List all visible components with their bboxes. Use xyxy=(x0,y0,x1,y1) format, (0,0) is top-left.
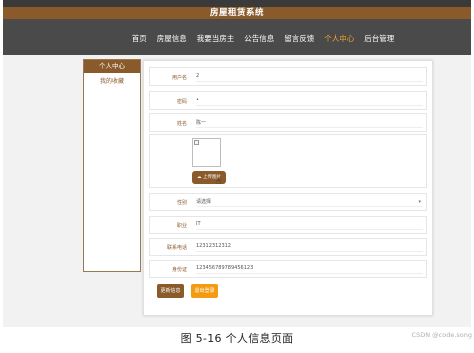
main-nav: 首页 房屋信息 我要当房主 公告信息 留言反馈 个人中心 后台管理 xyxy=(3,31,471,47)
id-card-field[interactable]: 123456789789456123 xyxy=(196,265,423,274)
sidebar: 个人中心 我的收藏 xyxy=(83,59,141,272)
id-card-label: 身份证 xyxy=(171,267,187,273)
password-field[interactable]: • xyxy=(196,97,423,106)
occupation-field[interactable]: IT xyxy=(196,221,423,230)
gender-row: 性别 请选择 ▾ xyxy=(149,193,427,211)
name-field[interactable]: 陈一 xyxy=(196,119,423,128)
watermark: CSDN @code.song xyxy=(411,331,472,339)
logout-button[interactable]: 退出登录 xyxy=(191,284,218,298)
nav-admin[interactable]: 后台管理 xyxy=(364,31,394,47)
id-card-row: 身份证 123456789789456123 xyxy=(149,260,427,278)
sidebar-header-personal-center[interactable]: 个人中心 xyxy=(84,60,140,73)
nav-personal-center[interactable]: 个人中心 xyxy=(324,31,354,47)
avatar-image-placeholder xyxy=(192,138,221,167)
phone-label: 联系电话 xyxy=(166,245,187,251)
gender-select[interactable]: 请选择 xyxy=(196,198,423,207)
password-label: 密码 xyxy=(176,99,187,105)
password-row: 密码 • xyxy=(149,91,427,110)
gender-label: 性别 xyxy=(176,200,187,206)
cloud-upload-icon: ☁ xyxy=(197,175,202,180)
nav-house-info[interactable]: 房屋信息 xyxy=(157,31,187,47)
top-strip xyxy=(3,0,471,7)
chevron-down-icon: ▾ xyxy=(418,199,421,205)
name-row: 姓名 陈一 xyxy=(149,113,427,132)
name-label: 姓名 xyxy=(176,121,187,127)
sidebar-item-favorites[interactable]: 我的收藏 xyxy=(84,76,140,88)
username-row: 用户名 2 xyxy=(149,67,427,86)
broken-image-icon xyxy=(194,140,199,145)
site-title: 房屋租赁系统 xyxy=(209,8,264,18)
nav-announcements[interactable]: 公告信息 xyxy=(244,31,274,47)
phone-row: 联系电话 12312312312 xyxy=(149,238,427,256)
update-info-button[interactable]: 更新信息 xyxy=(157,284,184,298)
nav-become-landlord[interactable]: 我要当房主 xyxy=(197,31,235,47)
site-header: 房屋租赁系统 首页 房屋信息 我要当房主 公告信息 留言反馈 个人中心 后台管理 xyxy=(3,7,471,55)
username-label: 用户名 xyxy=(171,75,187,81)
avatar-row: ☁ 上传图片 ☝ xyxy=(149,134,427,188)
nav-home[interactable]: 首页 xyxy=(132,31,147,47)
occupation-row: 职业 IT xyxy=(149,216,427,234)
phone-field[interactable]: 12312312312 xyxy=(196,243,423,252)
hand-pointer-icon: ☝ xyxy=(216,177,222,187)
nav-feedback[interactable]: 留言反馈 xyxy=(284,31,314,47)
username-field[interactable]: 2 xyxy=(196,73,423,82)
occupation-label: 职业 xyxy=(176,223,187,229)
profile-form-panel: 用户名 2 密码 • 姓名 陈一 ☁ 上传图片 ☝ 性别 请选择 ▾ 职业 IT… xyxy=(143,60,433,316)
